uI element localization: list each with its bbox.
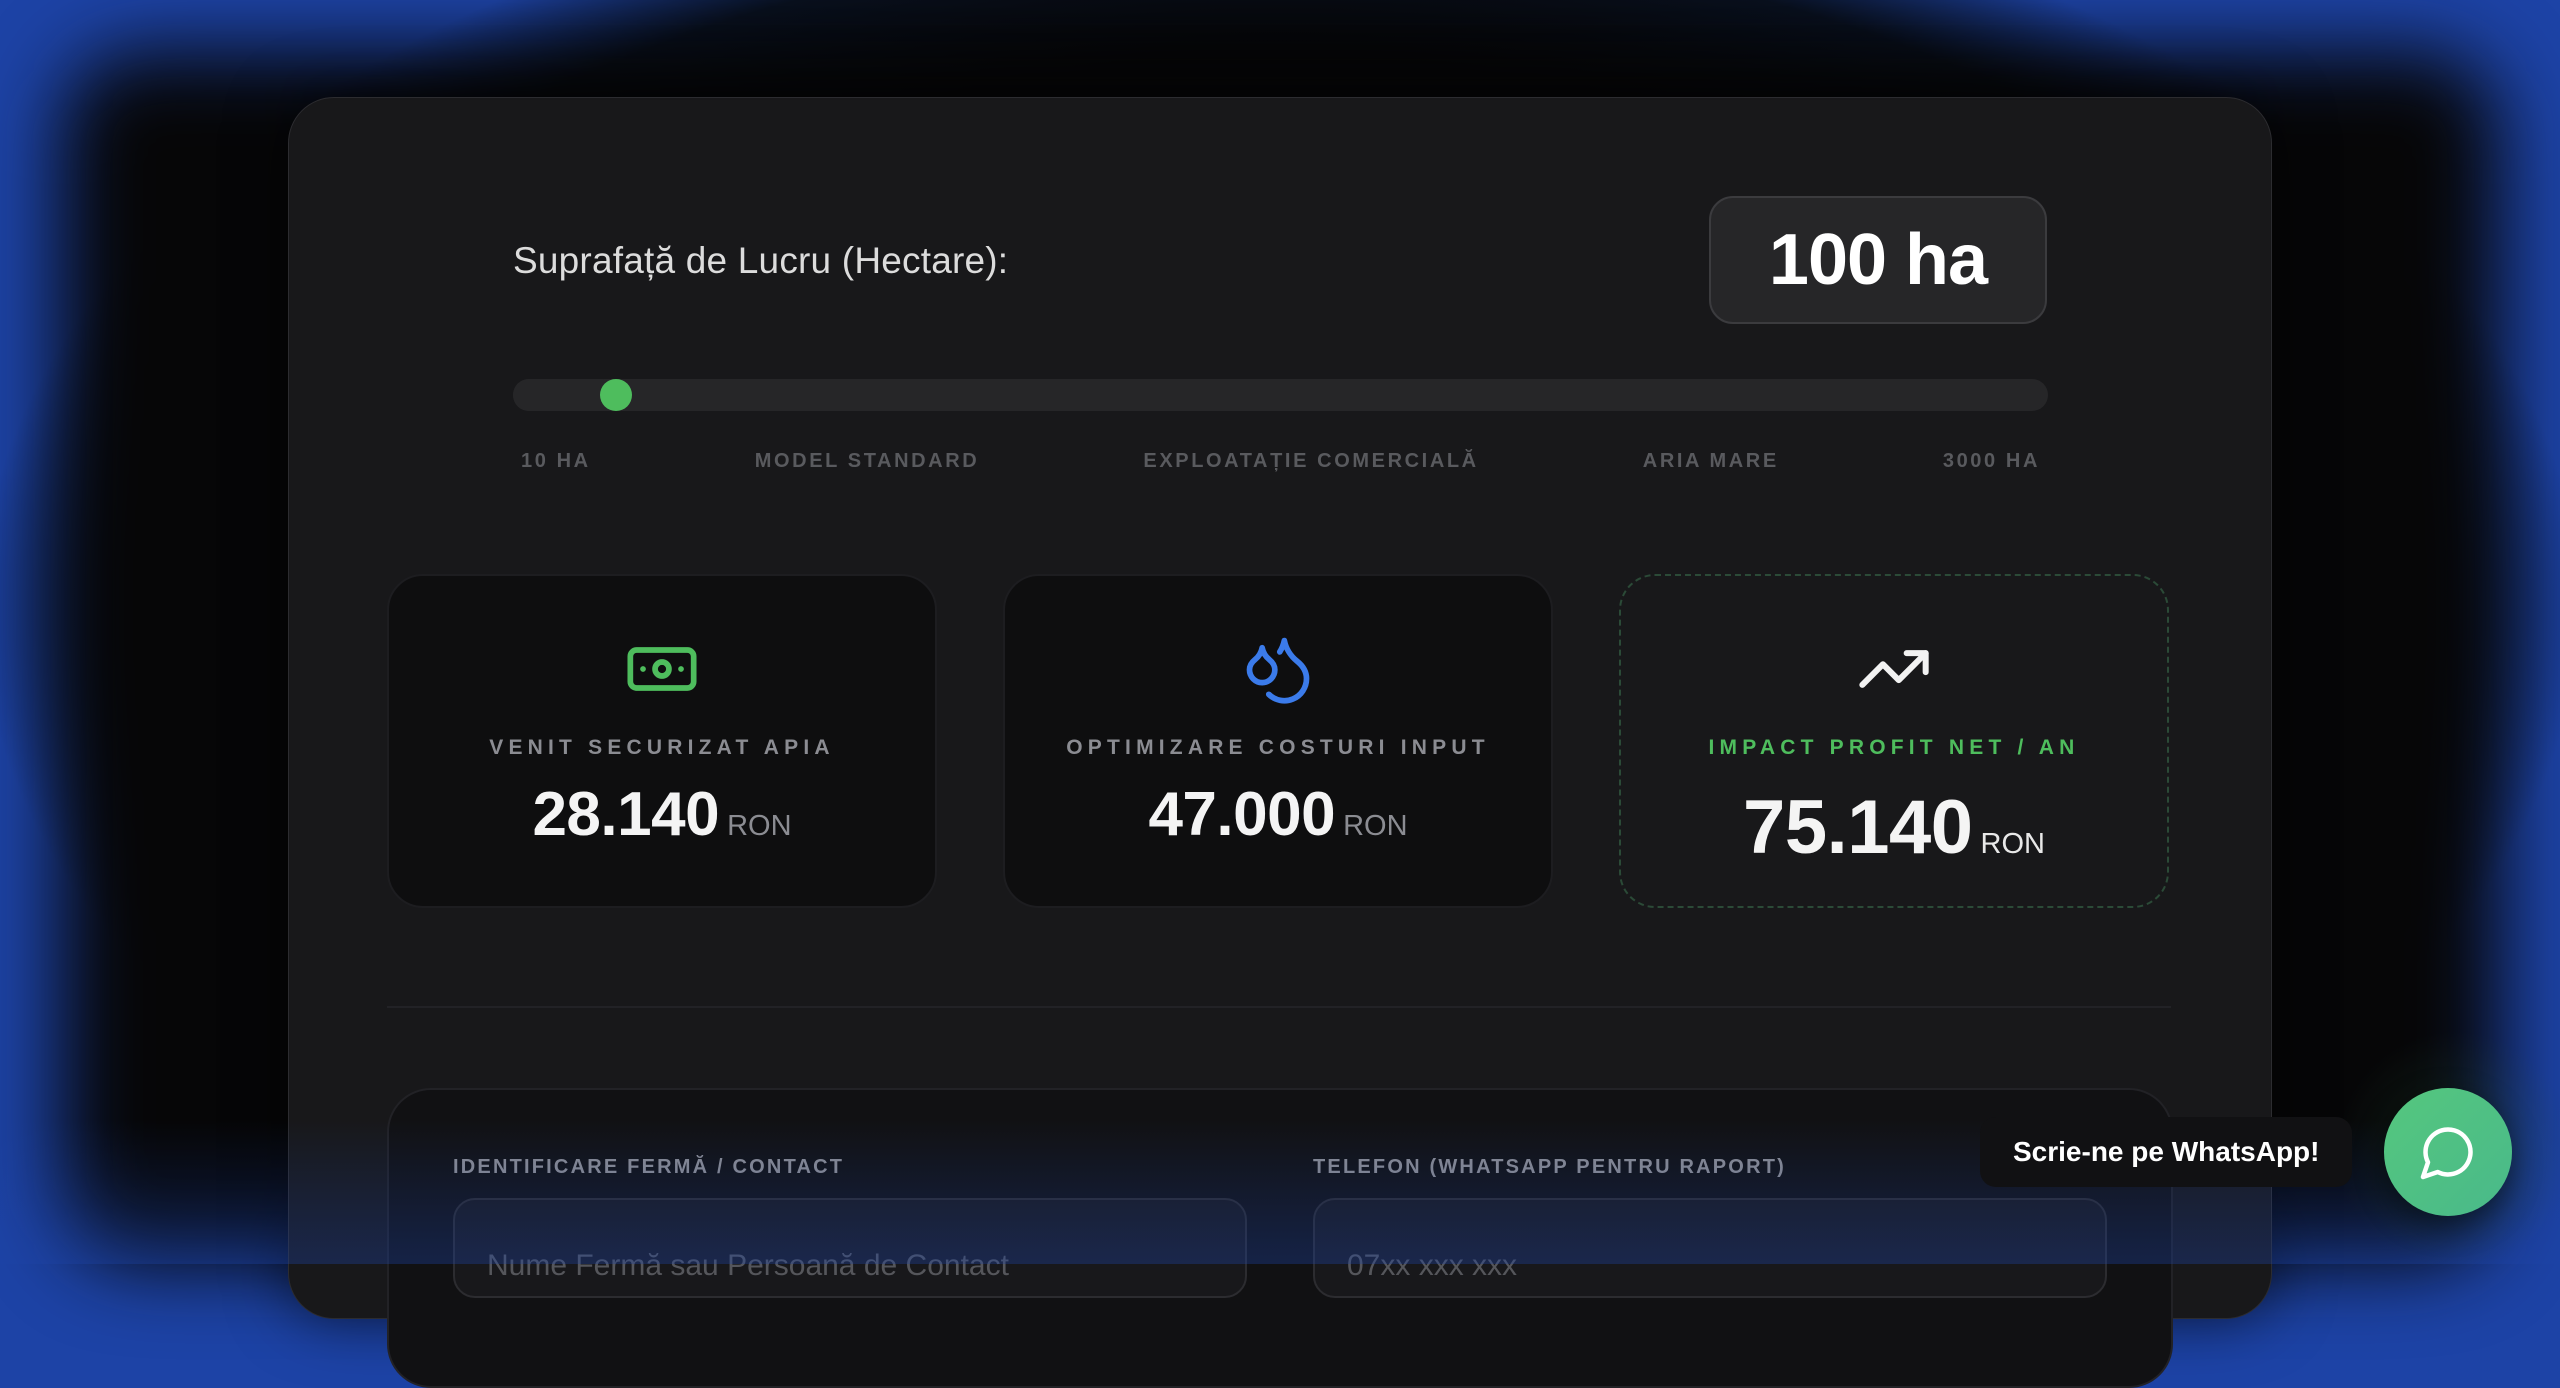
slider-mark-max: 3000 HA [1942,450,2040,472]
stat-card-apia-income: VENIT SECURIZAT APIA 28.140 RON [387,574,937,908]
stat-value: 75.140 [1743,785,1973,870]
stat-unit: RON [1343,810,1408,842]
whatsapp-button[interactable] [2384,1088,2512,1216]
stat-label: VENIT SECURIZAT APIA [489,736,835,759]
stat-label: OPTIMIZARE COSTURI INPUT [1066,736,1490,759]
whatsapp-tooltip[interactable]: Scrie-ne pe WhatsApp! [1980,1117,2353,1187]
contact-name-input[interactable] [453,1198,1247,1298]
droplets-icon [1240,631,1316,707]
contact-field-label: IDENTIFICARE FERMĂ / CONTACT [453,1156,845,1178]
slider-mark-large: ARIA MARE [1642,450,1779,472]
stat-unit: RON [1980,828,2045,860]
stat-card-input-costs: OPTIMIZARE COSTURI INPUT 47.000 RON [1003,574,1553,908]
calculator-card: Suprafață de Lucru (Hectare): 100 ha 10 … [288,97,2272,1388]
stat-value: 47.000 [1148,780,1336,849]
stat-label: IMPACT PROFIT NET / AN [1708,736,2080,759]
chat-bubble-icon [2418,1122,2478,1182]
stat-value-row: 75.140 RON [1621,784,2167,871]
area-label: Suprafață de Lucru (Hectare): [513,240,1009,281]
area-slider[interactable] [513,379,2048,411]
slider-mark-standard: MODEL STANDARD [754,450,980,472]
trending-up-icon [1856,631,1932,707]
slider-mark-min: 10 HA [521,450,591,472]
stat-value-row: 47.000 RON [1005,779,1551,850]
stat-value: 28.140 [532,780,720,849]
stat-value-row: 28.140 RON [389,779,935,850]
contact-form: IDENTIFICARE FERMĂ / CONTACT TELEFON (WH… [387,1088,2173,1388]
slider-mark-commercial: EXPLOATAȚIE COMERCIALĂ [1143,450,1479,472]
stat-card-net-profit: IMPACT PROFIT NET / AN 75.140 RON [1619,574,2169,908]
slider-marks: 10 HA MODEL STANDARD EXPLOATAȚIE COMERCI… [513,450,2048,476]
stat-unit: RON [727,810,792,842]
phone-input[interactable] [1313,1198,2107,1298]
area-slider-thumb[interactable] [599,379,632,411]
phone-field-label: TELEFON (WHATSAPP PENTRU RAPORT) [1313,1156,1786,1178]
area-value-display: 100 ha [1709,196,2047,324]
section-divider [387,1006,2171,1008]
banknote-icon [624,631,700,707]
